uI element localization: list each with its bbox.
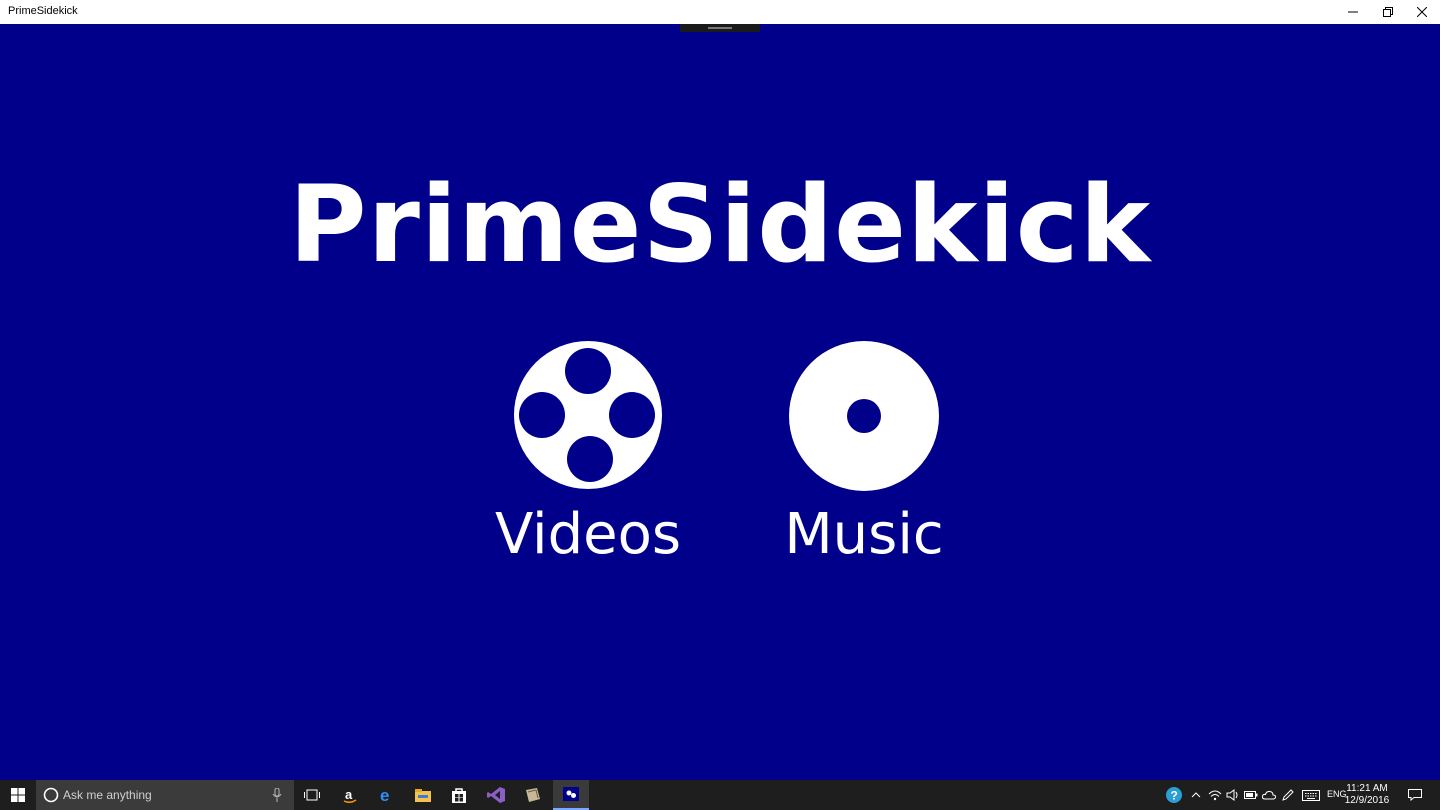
music-label: Music [784, 502, 944, 567]
task-view-button[interactable] [296, 780, 328, 810]
wifi-icon [1208, 790, 1222, 801]
volume-tray-button[interactable] [1225, 780, 1241, 810]
pen-icon [1282, 789, 1294, 801]
videos-tile[interactable]: Videos [468, 340, 708, 580]
network-tray-button[interactable] [1207, 780, 1223, 810]
windows-start-icon [11, 788, 25, 802]
cortana-icon [43, 787, 59, 803]
amazon-icon: a [343, 787, 357, 803]
app-generic-icon [526, 788, 540, 802]
music-tile[interactable]: Music [744, 340, 984, 580]
search-box[interactable]: Ask me anything [36, 780, 294, 810]
start-button[interactable] [0, 780, 36, 810]
edge-icon: e [380, 787, 389, 803]
clock[interactable]: 11:21 AM 12/9/2016 [1337, 783, 1397, 807]
restore-button[interactable] [1371, 0, 1405, 24]
search-placeholder: Ask me anything [63, 788, 152, 802]
minimize-icon [1348, 11, 1358, 13]
app-title: PrimeSidekick [288, 163, 1152, 286]
volume-icon [1226, 789, 1238, 801]
help-icon: ? [1166, 787, 1182, 803]
taskbar-file-explorer[interactable] [406, 780, 440, 810]
videos-label: Videos [494, 502, 682, 567]
film-reel-icon [514, 341, 662, 489]
taskbar-store[interactable] [442, 780, 476, 810]
svg-text:e: e [380, 787, 389, 803]
visual-studio-icon [487, 787, 505, 803]
taskbar-generic-app[interactable] [516, 780, 550, 810]
pen-tray-button[interactable] [1280, 780, 1296, 810]
clock-date: 12/9/2016 [1344, 795, 1390, 806]
disc-icon [789, 341, 939, 491]
battery-tray-button[interactable] [1243, 780, 1259, 810]
clock-time: 11:21 AM [1346, 783, 1388, 794]
show-hidden-icons-button[interactable] [1188, 780, 1204, 810]
window-title-bar[interactable]: PrimeSidekick [0, 0, 1440, 24]
close-button[interactable] [1405, 0, 1439, 24]
window-title: PrimeSidekick [8, 5, 78, 17]
svg-text:a: a [345, 787, 353, 802]
taskbar-visual-studio[interactable] [479, 780, 513, 810]
help-tray-button[interactable]: ? [1163, 780, 1185, 810]
action-center-button[interactable] [1402, 780, 1428, 810]
notification-icon [1408, 789, 1422, 801]
task-view-icon [304, 789, 320, 801]
drag-handle-grip [708, 27, 732, 29]
svg-text:?: ? [1171, 789, 1178, 803]
taskbar-primesidekick[interactable] [553, 780, 589, 810]
primesidekick-icon [563, 787, 579, 801]
keyboard-icon [1302, 789, 1320, 801]
microphone-icon[interactable] [272, 788, 282, 802]
taskbar-edge[interactable]: e [370, 780, 404, 810]
battery-icon [1244, 791, 1258, 799]
minimize-button[interactable] [1336, 0, 1370, 24]
restore-icon [1383, 7, 1393, 17]
drag-handle[interactable] [680, 24, 760, 32]
close-icon [1417, 7, 1427, 17]
onedrive-tray-button[interactable] [1261, 780, 1277, 810]
store-icon [452, 788, 466, 803]
cloud-icon [1262, 790, 1276, 800]
taskbar: Ask me anything a e ? ENG 11:21 AM 12/9/… [0, 780, 1440, 810]
file-explorer-icon [415, 789, 431, 802]
touch-keyboard-button[interactable] [1300, 780, 1322, 810]
taskbar-amazon[interactable]: a [333, 780, 367, 810]
chevron-up-icon [1191, 792, 1201, 798]
